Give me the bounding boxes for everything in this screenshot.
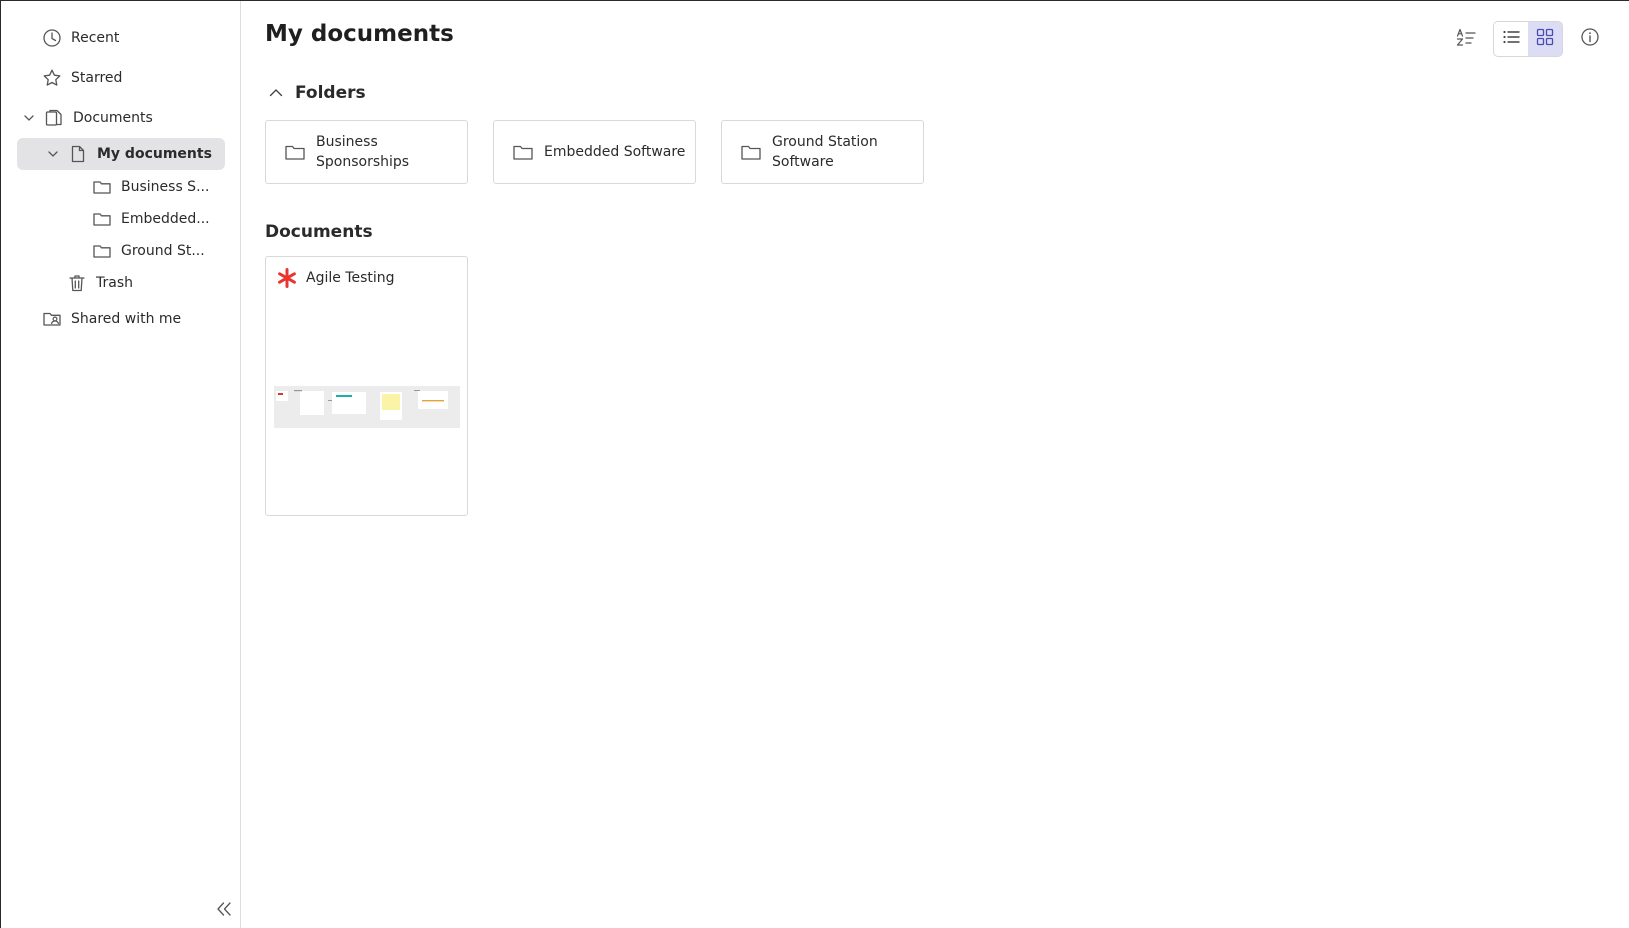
main-content: My documents Folders Business Sponsorshi… (242, 1, 1629, 928)
list-view-icon (1501, 27, 1521, 51)
documents-section-header: Documents (265, 222, 373, 242)
sidebar-item-folder[interactable]: Embedded... (91, 203, 210, 235)
sidebar-item-label: Shared with me (71, 311, 182, 327)
sort-button[interactable] (1449, 22, 1483, 56)
sidebar-item-label: Documents (73, 110, 153, 126)
folder-card[interactable]: Business Sponsorships (265, 120, 468, 184)
sidebar-item-shared[interactable]: Shared with me (41, 303, 181, 335)
chevron-down-icon[interactable] (45, 146, 61, 162)
document-card[interactable]: Agile Testing (265, 256, 468, 516)
double-chevron-left-icon (215, 901, 233, 921)
file-icon (67, 143, 89, 165)
info-icon (1580, 27, 1600, 51)
folder-icon (91, 176, 113, 198)
collapse-sidebar-button[interactable] (213, 901, 235, 921)
sidebar-item-label: My documents (97, 146, 212, 162)
grid-view-icon (1535, 27, 1555, 51)
documents-icon (43, 107, 65, 129)
grid-view-button[interactable] (1528, 22, 1562, 56)
folder-name-line: Embedded Software (544, 144, 686, 160)
sidebar-item-documents[interactable]: Documents (21, 102, 153, 134)
folder-icon (284, 141, 306, 163)
sidebar-item-trash[interactable]: Trash (66, 267, 133, 299)
asterisk-icon (276, 267, 298, 289)
sidebar: Recent Starred Documents My documents Bu… (1, 1, 241, 928)
folders-section-header: Folders (265, 82, 366, 104)
view-toggle (1493, 21, 1563, 57)
trash-icon (66, 272, 88, 294)
sidebar-item-label: Trash (96, 275, 133, 291)
folder-card[interactable]: Embedded Software (493, 120, 696, 184)
sidebar-item-label: Starred (71, 70, 123, 86)
star-icon (41, 67, 63, 89)
sidebar-item-label: Recent (71, 30, 120, 46)
sidebar-item-folder[interactable]: Ground St... (91, 235, 205, 267)
sidebar-item-label: Ground St... (121, 243, 205, 259)
sidebar-item-label: Business S... (121, 179, 210, 195)
toolbar (1449, 21, 1607, 57)
sidebar-item-label: Embedded... (121, 211, 210, 227)
folder-name: Embedded Software (544, 142, 685, 162)
folders-heading: Folders (295, 83, 366, 103)
sort-icon (1455, 26, 1477, 52)
folder-name-line: Business (316, 134, 378, 150)
folder-icon (740, 141, 762, 163)
sidebar-item-starred[interactable]: Starred (41, 62, 122, 94)
folder-name: Business Sponsorships (316, 132, 409, 172)
sidebar-item-folder[interactable]: Business S... (91, 171, 209, 203)
folder-icon (512, 141, 534, 163)
chevron-down-icon[interactable] (21, 110, 37, 126)
folder-icon (91, 208, 113, 230)
document-thumbnail (274, 386, 460, 428)
document-name: Agile Testing (306, 270, 395, 286)
document-card-header: Agile Testing (276, 267, 395, 289)
clock-icon (41, 27, 63, 49)
documents-heading: Documents (265, 222, 373, 242)
folder-icon (91, 240, 113, 262)
folder-name-line: Sponsorships (316, 154, 410, 170)
info-button[interactable] (1573, 22, 1607, 56)
shared-icon (41, 308, 63, 330)
folder-name-line: Ground Station (772, 134, 878, 150)
list-view-button[interactable] (1494, 22, 1528, 56)
chevron-up-icon[interactable] (265, 82, 287, 104)
sidebar-item-my-documents[interactable]: My documents (17, 138, 225, 170)
folder-name-line: Software (772, 154, 834, 170)
folder-card[interactable]: Ground Station Software (721, 120, 924, 184)
folder-name: Ground Station Software (772, 132, 878, 172)
sidebar-item-recent[interactable]: Recent (41, 22, 119, 54)
page-title: My documents (265, 21, 454, 47)
